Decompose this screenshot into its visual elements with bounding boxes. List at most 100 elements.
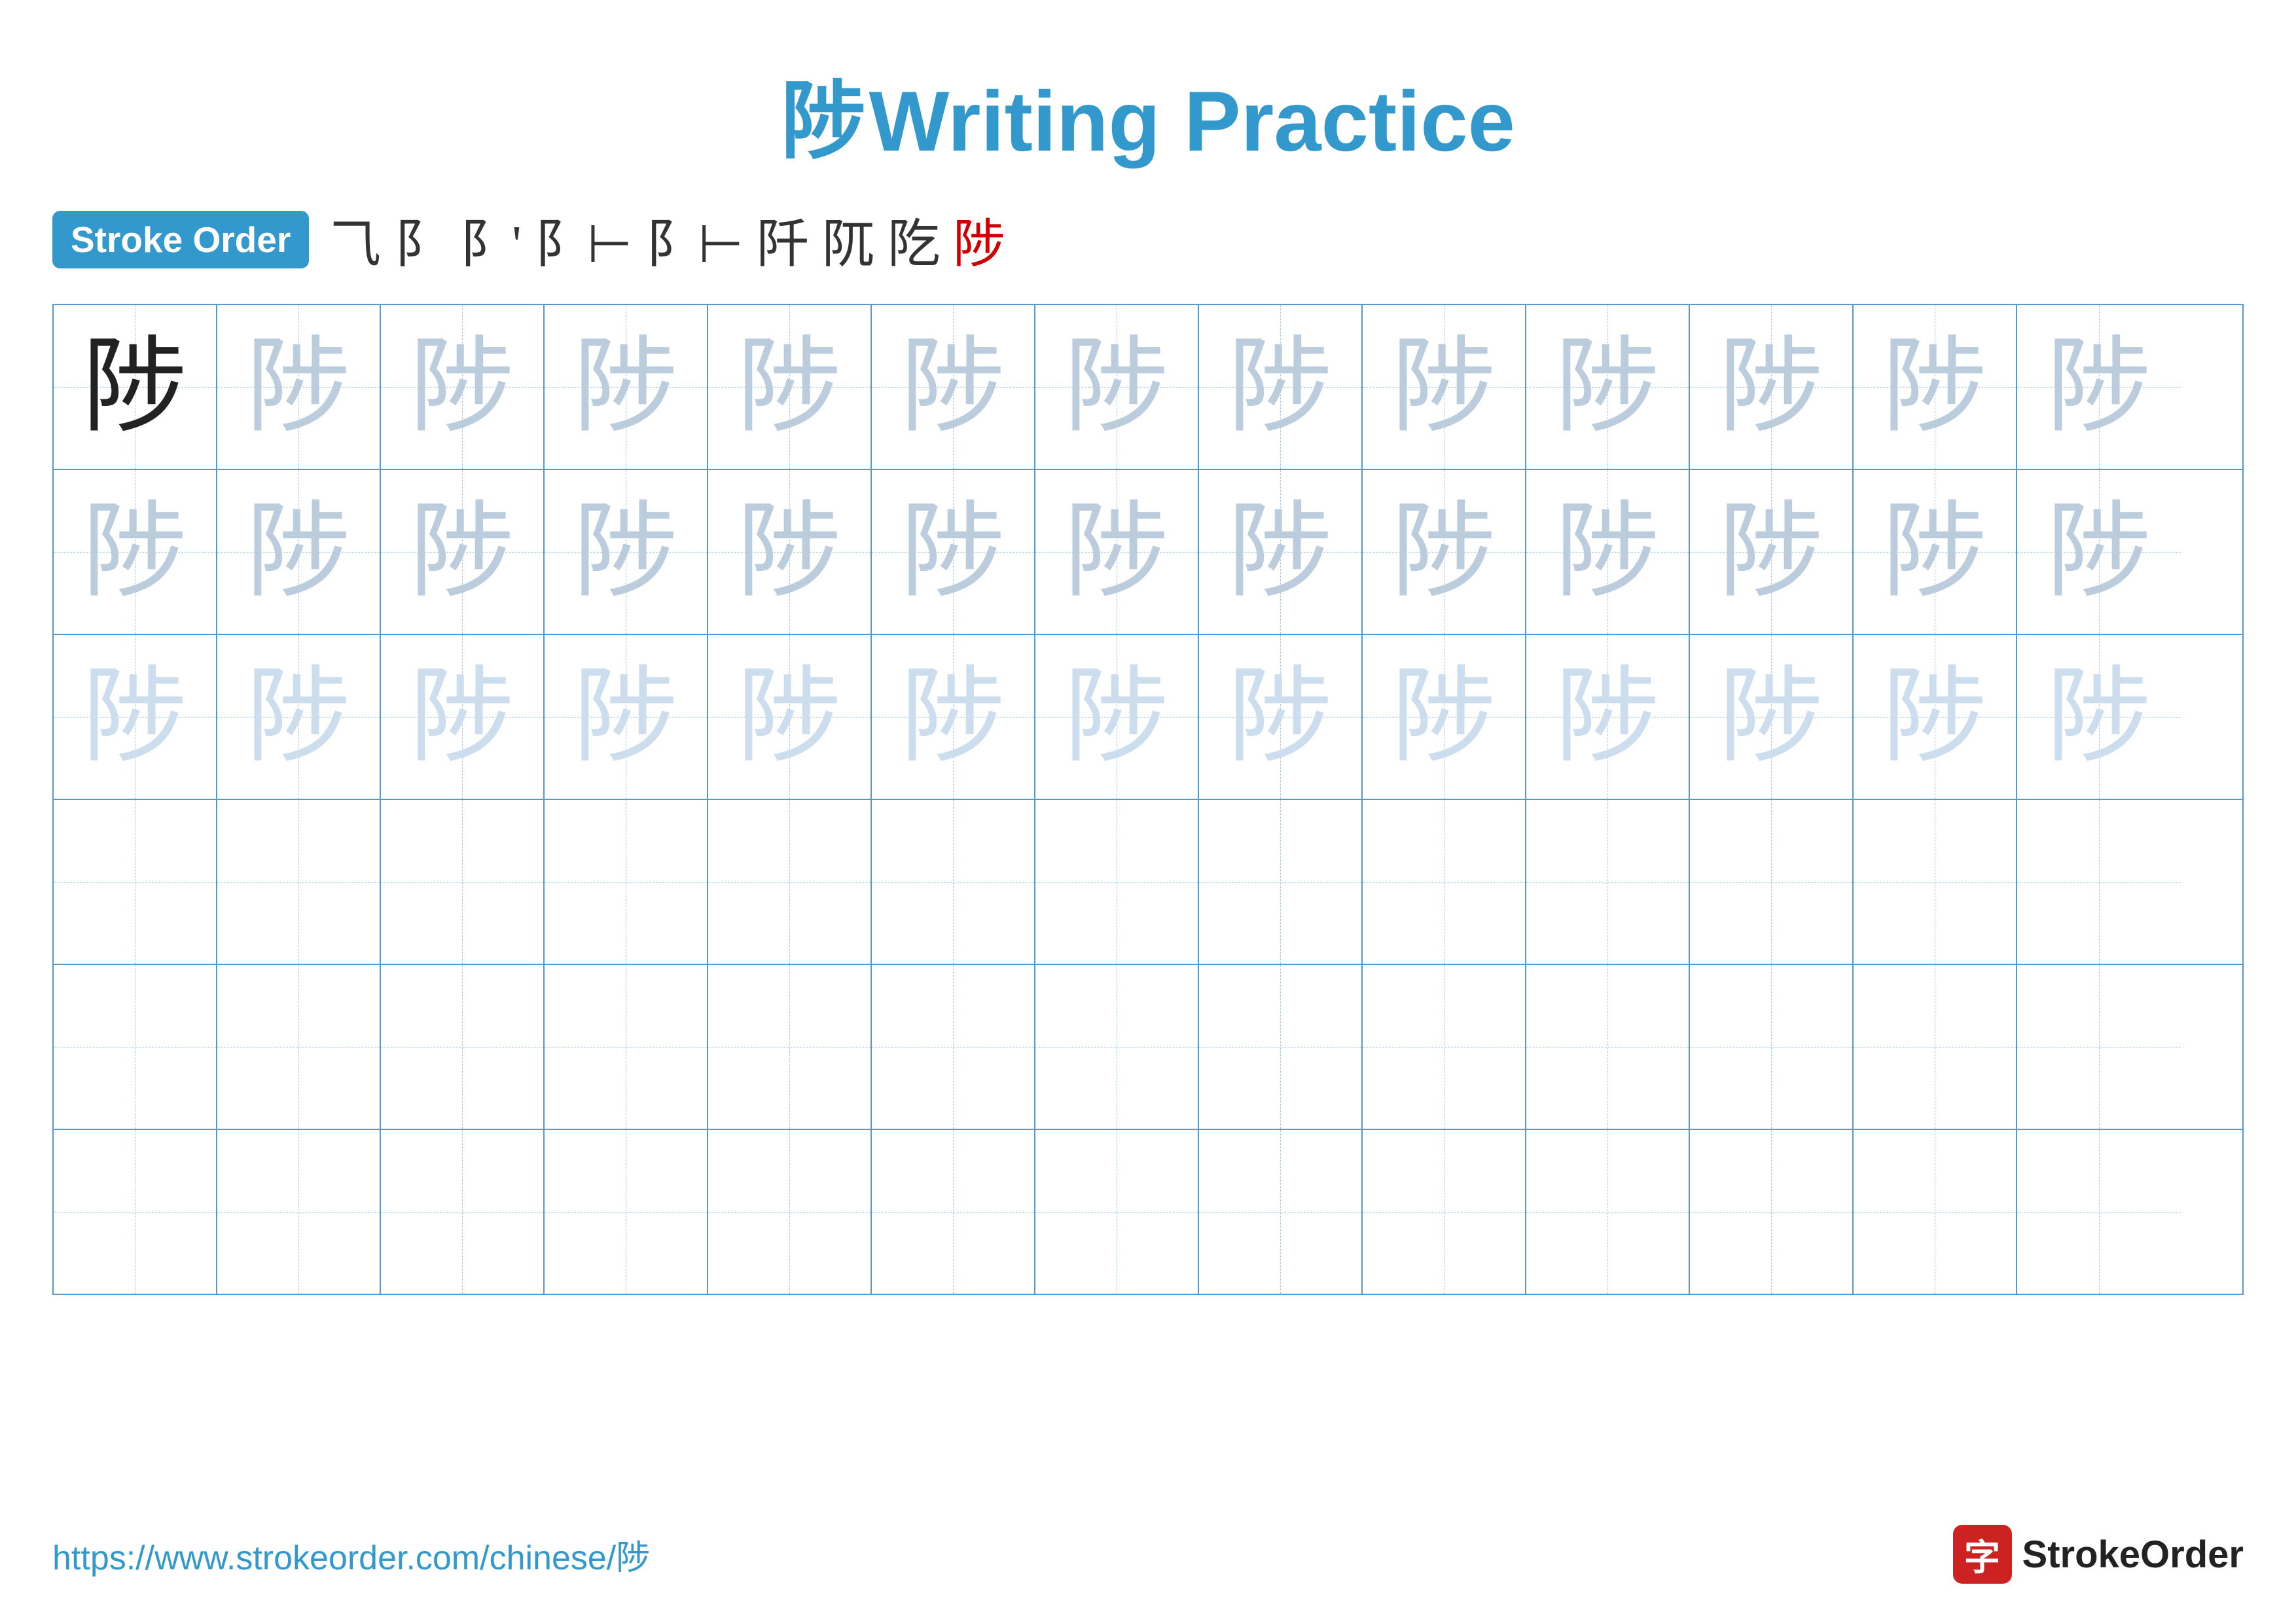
grid-cell-6-12[interactable] xyxy=(1854,1130,2017,1294)
grid-row-6 xyxy=(54,1130,2242,1294)
grid-cell-2-7[interactable]: 陟 xyxy=(1035,470,1199,634)
grid-cell-3-4[interactable]: 陟 xyxy=(545,635,708,799)
grid-cell-1-1[interactable]: 陟 xyxy=(54,305,217,469)
grid-cell-5-9[interactable] xyxy=(1363,965,1526,1129)
grid-cell-5-7[interactable] xyxy=(1035,965,1199,1129)
grid-cell-1-8[interactable]: 陟 xyxy=(1199,305,1363,469)
grid-cell-1-5[interactable]: 陟 xyxy=(708,305,872,469)
grid-cell-4-13[interactable] xyxy=(2017,800,2181,964)
grid-cell-2-8[interactable]: 陟 xyxy=(1199,470,1363,634)
grid-cell-2-1[interactable]: 陟 xyxy=(54,470,217,634)
stroke-step-6: 阡 xyxy=(757,202,809,278)
stroke-step-9: 陟 xyxy=(953,202,1005,278)
grid-cell-2-10[interactable]: 陟 xyxy=(1526,470,1690,634)
grid-cell-5-5[interactable] xyxy=(708,965,872,1129)
grid-cell-1-7[interactable]: 陟 xyxy=(1035,305,1199,469)
grid-cell-3-6[interactable]: 陟 xyxy=(872,635,1035,799)
grid-cell-4-7[interactable] xyxy=(1035,800,1199,964)
grid-cell-1-2[interactable]: 陟 xyxy=(217,305,381,469)
grid-cell-1-4[interactable]: 陟 xyxy=(545,305,708,469)
grid-cell-3-13[interactable]: 陟 xyxy=(2017,635,2181,799)
grid-cell-1-3[interactable]: 陟 xyxy=(381,305,545,469)
grid-cell-5-11[interactable] xyxy=(1690,965,1854,1129)
grid-cell-2-13[interactable]: 陟 xyxy=(2017,470,2181,634)
grid-cell-1-11[interactable]: 陟 xyxy=(1690,305,1854,469)
stroke-step-5: 阝⊢ xyxy=(645,202,744,278)
grid-cell-4-11[interactable] xyxy=(1690,800,1854,964)
grid-row-4 xyxy=(54,800,2242,965)
grid-cell-4-10[interactable] xyxy=(1526,800,1690,964)
grid-cell-6-1[interactable] xyxy=(54,1130,217,1294)
stroke-step-4: 阝⊢ xyxy=(535,202,633,278)
grid-row-3: 陟 陟 陟 陟 陟 陟 陟 陟 陟 陟 陟 陟 陟 xyxy=(54,635,2242,800)
grid-cell-2-12[interactable]: 陟 xyxy=(1854,470,2017,634)
grid-cell-3-2[interactable]: 陟 xyxy=(217,635,381,799)
title-chinese-char: 陟 xyxy=(781,73,866,169)
grid-cell-6-7[interactable] xyxy=(1035,1130,1199,1294)
grid-cell-2-2[interactable]: 陟 xyxy=(217,470,381,634)
grid-cell-3-9[interactable]: 陟 xyxy=(1363,635,1526,799)
grid-cell-3-8[interactable]: 陟 xyxy=(1199,635,1363,799)
grid-cell-5-1[interactable] xyxy=(54,965,217,1129)
grid-cell-5-4[interactable] xyxy=(545,965,708,1129)
grid-cell-5-8[interactable] xyxy=(1199,965,1363,1129)
stroke-step-7: 阢 xyxy=(822,202,874,278)
footer-logo: 字 StrokeOrder xyxy=(1953,1525,2244,1584)
grid-cell-3-1[interactable]: 陟 xyxy=(54,635,217,799)
grid-cell-1-9[interactable]: 陟 xyxy=(1363,305,1526,469)
grid-cell-6-8[interactable] xyxy=(1199,1130,1363,1294)
grid-cell-4-1[interactable] xyxy=(54,800,217,964)
grid-cell-2-11[interactable]: 陟 xyxy=(1690,470,1854,634)
grid-cell-6-11[interactable] xyxy=(1690,1130,1854,1294)
grid-cell-5-10[interactable] xyxy=(1526,965,1690,1129)
grid-cell-6-6[interactable] xyxy=(872,1130,1035,1294)
grid-cell-4-8[interactable] xyxy=(1199,800,1363,964)
stroke-order-row: Stroke Order ⺄ 阝 阝' 阝⊢ 阝⊢ 阡 阢 阣 陟 xyxy=(0,202,2296,278)
grid-cell-1-6[interactable]: 陟 xyxy=(872,305,1035,469)
grid-cell-3-5[interactable]: 陟 xyxy=(708,635,872,799)
stroke-step-3: 阝' xyxy=(459,202,521,278)
grid-cell-3-12[interactable]: 陟 xyxy=(1854,635,2017,799)
grid-cell-1-10[interactable]: 陟 xyxy=(1526,305,1690,469)
grid-row-2: 陟 陟 陟 陟 陟 陟 陟 陟 陟 陟 陟 陟 陟 xyxy=(54,470,2242,635)
grid-cell-5-6[interactable] xyxy=(872,965,1035,1129)
grid-cell-3-10[interactable]: 陟 xyxy=(1526,635,1690,799)
grid-cell-1-12[interactable]: 陟 xyxy=(1854,305,2017,469)
grid-cell-2-9[interactable]: 陟 xyxy=(1363,470,1526,634)
page-title: 陟 Writing Practice xyxy=(0,0,2296,175)
grid-cell-4-4[interactable] xyxy=(545,800,708,964)
grid-cell-5-2[interactable] xyxy=(217,965,381,1129)
grid-cell-1-13[interactable]: 陟 xyxy=(2017,305,2181,469)
strokeorder-logo-text: StrokeOrder xyxy=(2022,1533,2244,1577)
footer-url[interactable]: https://www.strokeorder.com/chinese/陟 xyxy=(52,1530,650,1579)
grid-cell-3-3[interactable]: 陟 xyxy=(381,635,545,799)
grid-cell-6-13[interactable] xyxy=(2017,1130,2181,1294)
char-display: 陟 xyxy=(82,335,187,439)
grid-cell-5-12[interactable] xyxy=(1854,965,2017,1129)
grid-cell-2-4[interactable]: 陟 xyxy=(545,470,708,634)
grid-cell-6-9[interactable] xyxy=(1363,1130,1526,1294)
grid-cell-6-10[interactable] xyxy=(1526,1130,1690,1294)
grid-cell-5-13[interactable] xyxy=(2017,965,2181,1129)
grid-cell-2-3[interactable]: 陟 xyxy=(381,470,545,634)
strokeorder-logo-icon: 字 xyxy=(1953,1525,2012,1584)
grid-cell-4-9[interactable] xyxy=(1363,800,1526,964)
grid-cell-6-4[interactable] xyxy=(545,1130,708,1294)
grid-cell-4-12[interactable] xyxy=(1854,800,2017,964)
stroke-order-badge: Stroke Order xyxy=(52,211,309,268)
footer: https://www.strokeorder.com/chinese/陟 字 … xyxy=(52,1525,2244,1584)
stroke-steps: ⺄ 阝 阝' 阝⊢ 阝⊢ 阡 阢 阣 陟 xyxy=(329,202,1005,278)
grid-cell-3-7[interactable]: 陟 xyxy=(1035,635,1199,799)
grid-cell-4-5[interactable] xyxy=(708,800,872,964)
grid-cell-4-2[interactable] xyxy=(217,800,381,964)
grid-cell-4-6[interactable] xyxy=(872,800,1035,964)
grid-cell-6-2[interactable] xyxy=(217,1130,381,1294)
grid-cell-2-6[interactable]: 陟 xyxy=(872,470,1035,634)
grid-cell-6-3[interactable] xyxy=(381,1130,545,1294)
grid-cell-5-3[interactable] xyxy=(381,965,545,1129)
grid-cell-4-3[interactable] xyxy=(381,800,545,964)
grid-cell-2-5[interactable]: 陟 xyxy=(708,470,872,634)
grid-row-5 xyxy=(54,965,2242,1130)
grid-cell-3-11[interactable]: 陟 xyxy=(1690,635,1854,799)
grid-cell-6-5[interactable] xyxy=(708,1130,872,1294)
